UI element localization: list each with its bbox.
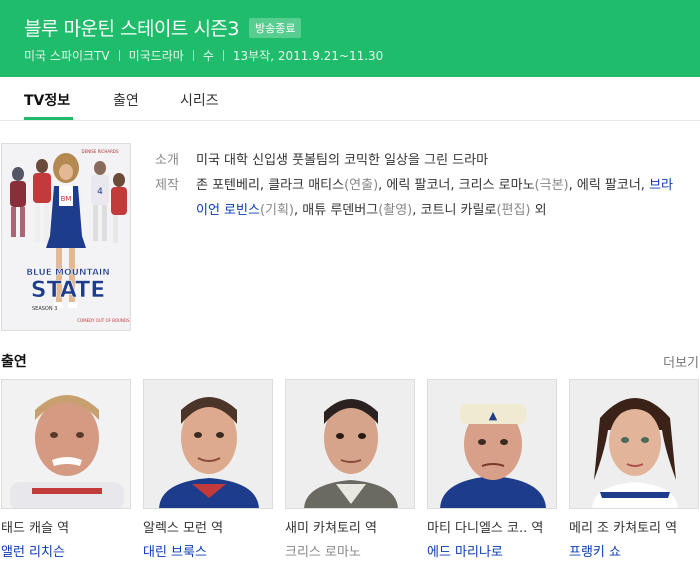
production-row: 제작 존 포텐베리, 클라크 매티스(연출), 에릭 팔코너, 크리스 로마노(… xyxy=(155,173,675,223)
meta-genre[interactable]: 미국드라마 xyxy=(129,47,184,64)
page-header: 블루 마운틴 스테이트 시즌3 방송종료 미국 스파이크TV 미국드라마 수 1… xyxy=(0,0,700,77)
cast-card[interactable]: 메리 조 카쳐토리 역 프랭키 쇼 xyxy=(569,379,699,560)
credit-role: (편집) xyxy=(496,203,531,218)
cast-photo[interactable]: ▲ xyxy=(427,379,557,509)
svg-text:4: 4 xyxy=(97,187,103,197)
poster-top-text: DENISE RICHARDS xyxy=(81,149,118,154)
cast-role: 태드 캐슬 역 xyxy=(1,521,70,536)
poster-tagline: COMEDY OUT OF BOUNDS. xyxy=(77,318,131,323)
tab-bar: TV정보 출연 시리즈 xyxy=(0,77,700,121)
tab-cast[interactable]: 출연 xyxy=(113,90,139,110)
production-label: 제작 xyxy=(155,178,179,193)
credit-names: , 코트니 카릴로 xyxy=(412,203,497,218)
intro-row: 소개 미국 대학 신입생 풋볼팀의 코믹한 일상을 그린 드라마 xyxy=(155,148,675,173)
meta-divider xyxy=(192,50,194,61)
credit-role: (촬영) xyxy=(378,203,413,218)
cast-actor-name: 크리스 로마노 xyxy=(285,545,361,560)
credit-role: (극본) xyxy=(534,178,569,193)
meta-row: 미국 스파이크TV 미국드라마 수 13부작, 2011.9.21~11.30 xyxy=(24,47,383,64)
poster-title-line2: STATE xyxy=(31,278,106,303)
cast-actor-link[interactable]: 대린 브룩스 xyxy=(143,541,273,560)
poster-season: SEASON 3 xyxy=(32,306,57,312)
cast-photo[interactable] xyxy=(1,379,131,509)
cast-role: 새미 카쳐토리 역 xyxy=(285,521,377,536)
cast-actor-link[interactable]: 앨런 리치슨 xyxy=(1,541,131,560)
cast-card[interactable]: 알렉스 모런 역 대린 브룩스 xyxy=(143,379,273,560)
svg-text:▲: ▲ xyxy=(489,409,498,422)
credit-names: 외 xyxy=(530,203,547,218)
cast-card[interactable]: 태드 캐슬 역 앨런 리치슨 xyxy=(1,379,131,560)
credit-role: (연출) xyxy=(344,178,379,193)
production-text: 존 포텐베리, 클라크 매티스(연출), 에릭 팔코너, 크리스 로마노(극본)… xyxy=(196,173,675,223)
cast-role: 마티 다니엘스 코.. 역 xyxy=(427,521,544,536)
meta-divider xyxy=(222,50,224,61)
cast-actor-link[interactable]: 에드 마리나로 xyxy=(427,541,557,560)
cast-actor-link[interactable]: 프랭키 쇼 xyxy=(569,541,699,560)
credit-names: , 매튜 루덴버그 xyxy=(294,203,379,218)
poster-title-line1: BLUE MOUNTAIN xyxy=(26,268,110,278)
credit-role: (기획) xyxy=(259,203,295,218)
cast-photo[interactable] xyxy=(143,379,273,509)
cast-photo[interactable] xyxy=(569,379,699,509)
tab-tv-info[interactable]: TV정보 xyxy=(24,90,70,110)
cast-section-title: 출연 xyxy=(1,354,27,370)
meta-episodes: 13부작, 2011.9.21~11.30 xyxy=(232,49,384,63)
intro-label: 소개 xyxy=(155,153,179,168)
more-link[interactable]: 더보기 xyxy=(663,352,699,371)
show-info: 소개 미국 대학 신입생 풋볼팀의 코믹한 일상을 그린 드라마 제작 존 포텐… xyxy=(155,148,675,223)
tab-series[interactable]: 시리즈 xyxy=(180,90,219,110)
status-badge: 방송종료 xyxy=(249,17,302,38)
meta-divider xyxy=(118,50,120,61)
credit-names: , 에릭 팔코너, 크리스 로마노 xyxy=(378,178,535,193)
page-title[interactable]: 블루 마운틴 스테이트 시즌3 xyxy=(24,14,240,41)
cast-card[interactable]: 새미 카쳐토리 역 크리스 로마노 xyxy=(285,379,415,560)
svg-text:BM: BM xyxy=(61,195,72,203)
cast-role: 메리 조 카쳐토리 역 xyxy=(569,521,678,536)
cast-card[interactable]: ▲ 마티 다니엘스 코.. 역 에드 마리나로 xyxy=(427,379,557,560)
cast-role: 알렉스 모런 역 xyxy=(143,521,224,536)
title-row: 블루 마운틴 스테이트 시즌3 방송종료 xyxy=(24,14,302,41)
meta-day: 수 xyxy=(202,49,214,63)
intro-text: 미국 대학 신입생 풋볼팀의 코믹한 일상을 그린 드라마 xyxy=(196,153,489,168)
cast-photo[interactable] xyxy=(285,379,415,509)
poster-image[interactable]: DENISE RICHARDS 4 BM BLUE MOUNTAIN STATE… xyxy=(1,143,131,331)
credit-names: , 에릭 팔코너, xyxy=(568,178,650,193)
meta-channel[interactable]: 미국 스파이크TV xyxy=(24,47,110,64)
credit-names: 존 포텐베리, 클라크 매티스 xyxy=(196,178,345,193)
active-tab-indicator xyxy=(24,117,73,120)
